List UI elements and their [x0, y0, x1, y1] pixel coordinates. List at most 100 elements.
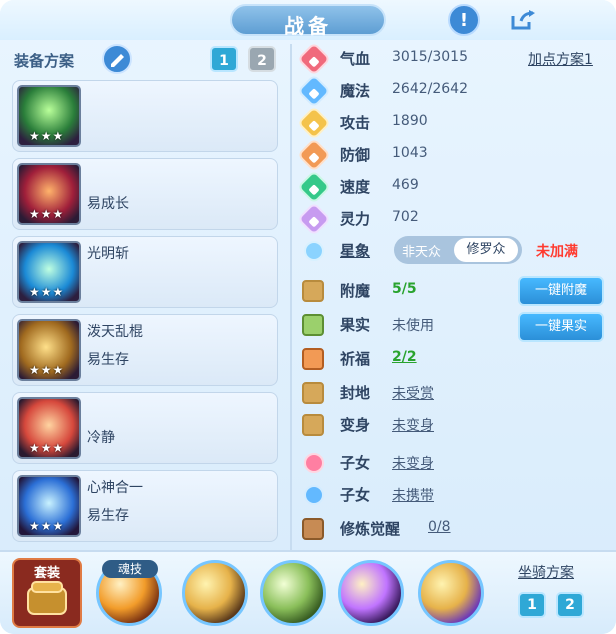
star-rating: ★★★: [29, 441, 65, 455]
stat-value: 1890: [392, 113, 428, 129]
pray-icon: [302, 348, 324, 370]
extra-value[interactable]: 0/8: [428, 519, 451, 535]
mount-slot-1-icon[interactable]: [182, 560, 248, 626]
fruit-icon: [302, 314, 324, 336]
helmet-icon: ★★★: [17, 163, 81, 225]
extra-row-child-2: 子女 未携带: [296, 480, 608, 510]
stat-row-hp: 气血 3015/3015 加点方案1: [296, 42, 608, 76]
extra-label: 子女: [340, 486, 371, 504]
point-plan-link[interactable]: 加点方案1: [528, 49, 593, 69]
awaken-icon: [302, 518, 324, 540]
equipment-name: 泼天乱棍: [87, 324, 143, 340]
mount-scheme-2-button[interactable]: 2: [556, 592, 584, 618]
title-tab: 战备: [230, 4, 386, 38]
equipment-card-3[interactable]: ★★★ 光明斩: [12, 236, 278, 308]
star-sign-icon: [304, 241, 324, 261]
mount-slot-4-icon[interactable]: [418, 560, 484, 626]
weapon-icon: ★★★: [17, 85, 81, 147]
stat-label: 灵力: [340, 210, 371, 228]
sword-icon: [297, 106, 331, 140]
shield-icon: [297, 74, 331, 108]
belt-icon: ★★★: [17, 319, 81, 381]
ring-icon: ★★★: [17, 397, 81, 459]
paw-icon: [304, 485, 324, 505]
enchant-icon: [302, 280, 324, 302]
extra-row-awaken: 修炼觉醒 0/8: [296, 514, 608, 544]
extra-row-transform: 变身 未变身: [296, 410, 608, 440]
extra-value[interactable]: 2/2: [392, 349, 417, 365]
faction-option-right[interactable]: 修罗众: [454, 238, 518, 262]
extra-value[interactable]: 未变身: [392, 415, 434, 435]
armor-icon: [297, 138, 331, 172]
equipment-scheme-2-button[interactable]: 2: [248, 46, 276, 72]
mount-slot-2-icon[interactable]: [260, 560, 326, 626]
stat-value: 3015/3015: [392, 49, 468, 65]
child-icon: [304, 453, 324, 473]
edit-icon[interactable]: [102, 44, 132, 74]
extra-row-fief: 封地 未受赏: [296, 378, 608, 408]
stat-value: 1043: [392, 145, 428, 161]
star-rating: ★★★: [29, 207, 65, 221]
star-rating: ★★★: [29, 129, 65, 143]
extra-label: 子女: [340, 454, 371, 472]
stat-label: 速度: [340, 178, 371, 196]
equipment-title: 装备方案: [14, 52, 75, 70]
stat-row-attack: 攻击 1890: [296, 106, 608, 140]
faction-option-left[interactable]: 非天众: [402, 241, 441, 260]
mount-scheme-title[interactable]: 坐骑方案: [518, 562, 574, 582]
share-icon[interactable]: [508, 4, 540, 36]
equipment-card-2[interactable]: ★★★ 易成长: [12, 158, 278, 230]
stats-panel: 气血 3015/3015 加点方案1 魔法 2642/2642 攻击 1890 …: [296, 42, 608, 552]
one-click-fruit-button[interactable]: 一键果实: [518, 312, 604, 342]
necklace-icon: ★★★: [17, 241, 81, 303]
battle-prep-panel: 战备 ! 装备方案 1 2 ★★★ ★★★ 易成长 ★★★ 光明斩 ★★★ 泼天…: [0, 0, 616, 634]
equipment-card-5[interactable]: ★★★ 冷静: [12, 392, 278, 464]
transform-icon: [302, 414, 324, 436]
stat-row-mp: 魔法 2642/2642: [296, 74, 608, 108]
equipment-card-1[interactable]: ★★★: [12, 80, 278, 152]
stat-value: 702: [392, 209, 419, 225]
stat-row-defense: 防御 1043: [296, 138, 608, 172]
info-icon[interactable]: !: [448, 4, 480, 36]
star-rating: ★★★: [29, 363, 65, 377]
heart-icon: [297, 42, 331, 76]
star-rating: ★★★: [29, 285, 65, 299]
equipment-card-4[interactable]: ★★★ 泼天乱棍 易生存: [12, 314, 278, 386]
mount-slot-3-icon[interactable]: [338, 560, 404, 626]
star-rating: ★★★: [29, 519, 65, 533]
not-full-indicator: 未加满: [536, 244, 578, 260]
stat-label: 防御: [340, 146, 371, 164]
extra-label: 果实: [340, 316, 371, 334]
bottom-bar: 套装 魂技 坐骑方案 1 2: [0, 552, 616, 634]
equipment-card-6[interactable]: ★★★ 心神合一 易生存: [12, 470, 278, 542]
extra-value[interactable]: 未携带: [392, 485, 434, 505]
equipment-name: 光明斩: [87, 246, 129, 262]
panel-divider: [290, 44, 292, 550]
stat-label: 气血: [340, 50, 371, 68]
stat-value: 2642/2642: [392, 81, 468, 97]
extra-value: 5/5: [392, 281, 417, 297]
stat-value: 469: [392, 177, 419, 193]
star-sign-label: 星象: [340, 242, 371, 260]
crystal-icon: [297, 202, 331, 236]
title-bar: 战备 !: [0, 0, 616, 40]
faction-toggle[interactable]: 非天众 修罗众: [394, 236, 522, 264]
extra-value[interactable]: 未受赏: [392, 383, 434, 403]
extra-label: 附魔: [340, 282, 371, 300]
set-button[interactable]: 套装: [12, 558, 82, 628]
equipment-trait: 易成长: [87, 196, 129, 212]
stat-label: 魔法: [340, 82, 371, 100]
equipment-trait: 冷静: [87, 430, 115, 446]
star-sign-row: 星象 非天众 修罗众 未加满: [296, 236, 608, 266]
fief-icon: [302, 382, 324, 404]
extra-value[interactable]: 未变身: [392, 453, 434, 473]
extra-value: 未使用: [392, 318, 434, 334]
one-click-enchant-button[interactable]: 一键附魔: [518, 276, 604, 306]
equipment-trait: 易生存: [87, 508, 129, 524]
boots-icon: ★★★: [17, 475, 81, 537]
mount-scheme-1-button[interactable]: 1: [518, 592, 546, 618]
soul-skill-label: 魂技: [102, 560, 158, 578]
equipment-scheme-1-button[interactable]: 1: [210, 46, 238, 72]
extra-row-child-1: 子女 未变身: [296, 448, 608, 478]
extra-label: 修炼觉醒: [340, 520, 401, 538]
